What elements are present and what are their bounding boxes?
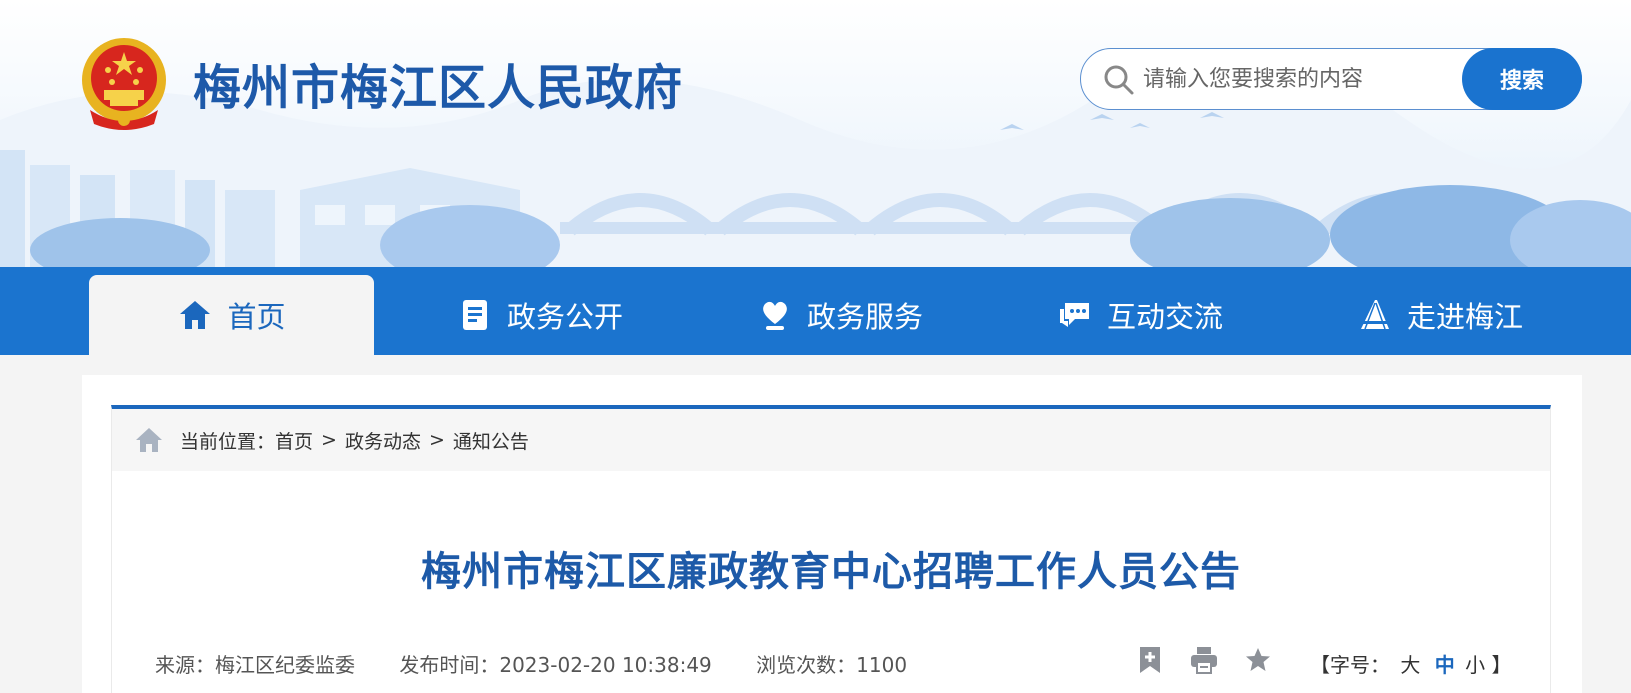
- breadcrumb-prefix: 当前位置：: [180, 430, 276, 453]
- home-icon: [136, 428, 162, 452]
- home-icon: [180, 301, 211, 329]
- nav-item-label: 走进梅江: [1406, 300, 1523, 334]
- document-icon: [462, 300, 487, 330]
- search-input[interactable]: [1143, 59, 1443, 99]
- font-size-small[interactable]: 小: [1465, 653, 1485, 677]
- nav-item-home[interactable]: 首页: [89, 275, 374, 355]
- favorite-star-icon[interactable]: [1244, 645, 1272, 675]
- article-publish-time: 发布时间：2023-02-20 10:38:49: [399, 653, 712, 677]
- nav-item-label: 互动交流: [1106, 300, 1223, 334]
- font-size-switcher: 【字号： 大 中 小 】: [1310, 649, 1511, 678]
- service-icon: [763, 301, 787, 330]
- nav-item-interaction[interactable]: 互动交流: [1020, 275, 1260, 355]
- article-panel: 当前位置： 首页 > 政务动态 > 通知公告 梅州市梅江区廉政教育中心招聘工作人…: [111, 405, 1551, 693]
- breadcrumb-separator: >: [428, 429, 445, 451]
- chat-icon: [1059, 303, 1089, 327]
- site-header: 梅州市梅江区人民政府 搜索: [0, 0, 1631, 267]
- print-icon[interactable]: [1190, 645, 1218, 675]
- national-emblem-logo: [82, 38, 166, 130]
- breadcrumb-news-link[interactable]: 政务动态: [345, 427, 421, 454]
- site-title: 梅州市梅江区人民政府: [193, 60, 684, 116]
- nav-item-label: 政务服务: [806, 300, 923, 334]
- font-size-label: 【字号：: [1310, 653, 1390, 677]
- breadcrumb: 当前位置： 首页 > 政务动态 > 通知公告: [112, 409, 1550, 471]
- article-views: 浏览次数：1100: [756, 653, 908, 677]
- breadcrumb-notices-link[interactable]: 通知公告: [453, 427, 529, 454]
- breadcrumb-home-link[interactable]: 首页: [275, 427, 313, 454]
- landmark-icon: [1360, 300, 1389, 330]
- article-meta: 来源：梅江区纪委监委 发布时间：2023-02-20 10:38:49 浏览次数…: [155, 649, 945, 678]
- nav-item-government-services[interactable]: 政务服务: [720, 275, 960, 355]
- city-skyline-background: [0, 52, 1631, 267]
- nav-item-about-meijiang[interactable]: 走进梅江: [1320, 275, 1560, 355]
- font-size-close: 】: [1491, 653, 1512, 677]
- nav-item-label: 首页: [227, 300, 286, 334]
- article-title: 梅州市梅江区廉政教育中心招聘工作人员公告: [421, 549, 1241, 595]
- article-tools: [1136, 645, 1272, 675]
- search-icon: [1104, 65, 1134, 95]
- search-box: 搜索: [1080, 48, 1582, 110]
- breadcrumb-separator: >: [321, 429, 337, 451]
- article-source: 来源：梅江区纪委监委: [155, 653, 355, 677]
- main-nav: 首页 政务公开 政务服务 互动交流 走进梅江: [0, 267, 1631, 355]
- bookmark-add-icon[interactable]: [1136, 645, 1164, 675]
- main-content: 当前位置： 首页 > 政务动态 > 通知公告 梅州市梅江区廉政教育中心招聘工作人…: [82, 375, 1582, 693]
- font-size-large[interactable]: 大: [1400, 653, 1420, 677]
- nav-item-government-affairs[interactable]: 政务公开: [420, 275, 660, 355]
- search-button[interactable]: 搜索: [1462, 48, 1582, 110]
- font-size-medium[interactable]: 中: [1435, 653, 1455, 677]
- nav-item-label: 政务公开: [506, 300, 623, 334]
